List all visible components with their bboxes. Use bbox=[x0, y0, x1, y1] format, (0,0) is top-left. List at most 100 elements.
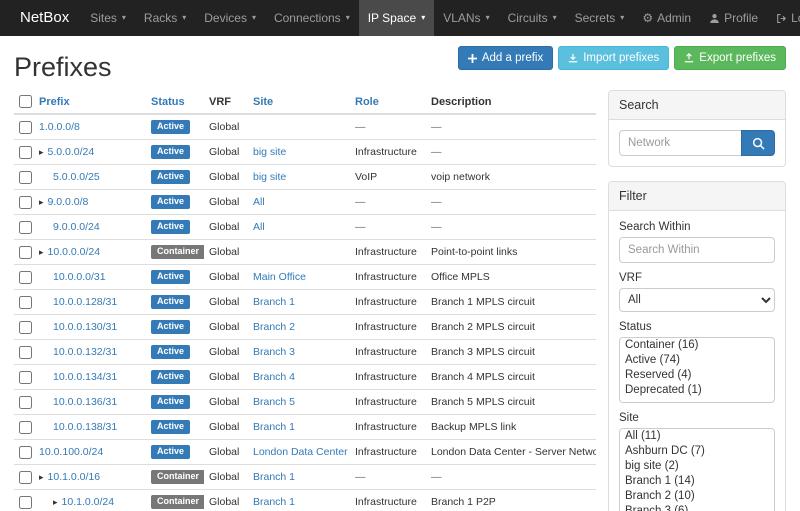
site-link[interactable]: All bbox=[253, 221, 265, 233]
prefix-link[interactable]: 5.0.0.0/24 bbox=[48, 146, 95, 158]
prefix-link[interactable]: 10.0.0.130/31 bbox=[53, 321, 117, 333]
status-label: Status bbox=[619, 321, 775, 333]
vrf-cell: Global bbox=[204, 340, 248, 365]
export-prefixes-button[interactable]: Export prefixes bbox=[674, 46, 786, 70]
site-link[interactable]: All bbox=[253, 196, 265, 208]
button-label: Export prefixes bbox=[699, 52, 776, 64]
site-link[interactable]: Branch 3 bbox=[253, 346, 295, 358]
row-checkbox[interactable] bbox=[19, 121, 32, 134]
status-option[interactable]: Container (16) bbox=[620, 338, 774, 353]
site-link[interactable]: big site bbox=[253, 171, 286, 183]
add-a-prefix-button[interactable]: Add a prefix bbox=[458, 46, 553, 70]
plus-icon bbox=[468, 54, 477, 63]
row-checkbox[interactable] bbox=[19, 271, 32, 284]
prefix-link[interactable]: 1.0.0.0/8 bbox=[39, 121, 80, 133]
prefix-link[interactable]: 10.0.0.0/24 bbox=[48, 246, 101, 258]
prefix-link[interactable]: 10.0.0.136/31 bbox=[53, 396, 117, 408]
expand-arrow-icon[interactable]: ▸ bbox=[39, 472, 44, 482]
row-checkbox[interactable] bbox=[19, 371, 32, 384]
site-option[interactable]: big site (2) bbox=[620, 459, 774, 474]
column-sort-link[interactable]: Site bbox=[253, 96, 273, 108]
site-listbox[interactable]: All (11)Ashburn DC (7)big site (2)Branch… bbox=[619, 428, 775, 511]
site-link[interactable]: Branch 1 bbox=[253, 496, 295, 508]
prefix-link[interactable]: 10.1.0.0/16 bbox=[48, 471, 101, 483]
row-checkbox[interactable] bbox=[19, 171, 32, 184]
prefix-link[interactable]: 10.1.0.0/24 bbox=[62, 496, 115, 508]
row-checkbox[interactable] bbox=[19, 296, 32, 309]
table-header-row: PrefixStatusVRFSiteRoleDescription bbox=[14, 90, 596, 114]
site-link[interactable]: Branch 5 bbox=[253, 396, 295, 408]
site-option[interactable]: Branch 1 (14) bbox=[620, 474, 774, 489]
search-input[interactable] bbox=[619, 130, 741, 156]
status-option[interactable]: Reserved (4) bbox=[620, 368, 774, 383]
row-checkbox[interactable] bbox=[19, 471, 32, 484]
row-checkbox[interactable] bbox=[19, 196, 32, 209]
status-listbox[interactable]: Container (16)Active (74)Reserved (4)Dep… bbox=[619, 337, 775, 403]
caret-down-icon: ▾ bbox=[252, 0, 256, 36]
prefix-link[interactable]: 10.0.0.134/31 bbox=[53, 371, 117, 383]
site-option[interactable]: Ashburn DC (7) bbox=[620, 444, 774, 459]
nav-item-racks[interactable]: Racks▾ bbox=[135, 0, 195, 36]
column-sort-link[interactable]: Role bbox=[355, 96, 379, 108]
role-cell: — bbox=[350, 114, 426, 140]
row-checkbox[interactable] bbox=[19, 496, 32, 509]
row-checkbox[interactable] bbox=[19, 321, 32, 334]
nav-item-profile[interactable]: Profile bbox=[700, 0, 767, 36]
nav-item-sites[interactable]: Sites▾ bbox=[81, 0, 135, 36]
prefix-link[interactable]: 10.0.0.132/31 bbox=[53, 346, 117, 358]
prefix-link[interactable]: 9.0.0.0/24 bbox=[53, 221, 100, 233]
page-actions: Add a prefixImport prefixes Export prefix… bbox=[458, 46, 786, 70]
vrf-select[interactable]: All bbox=[619, 288, 775, 312]
nav-item-vlans[interactable]: VLANs▾ bbox=[434, 0, 498, 36]
site-option[interactable]: Branch 3 (6) bbox=[620, 504, 774, 511]
site-link[interactable]: Branch 4 bbox=[253, 371, 295, 383]
prefix-link[interactable]: 10.0.0.128/31 bbox=[53, 296, 117, 308]
nav-item-circuits[interactable]: Circuits▾ bbox=[499, 0, 566, 36]
expand-arrow-icon[interactable]: ▸ bbox=[39, 197, 44, 207]
site-link[interactable]: Branch 1 bbox=[253, 421, 295, 433]
expand-arrow-icon[interactable]: ▸ bbox=[39, 247, 44, 257]
row-checkbox[interactable] bbox=[19, 396, 32, 409]
expand-arrow-icon[interactable]: ▸ bbox=[39, 147, 44, 157]
expand-arrow-icon[interactable]: ▸ bbox=[53, 497, 58, 507]
filter-panel: Filter Search Within VRF All Status Cont… bbox=[608, 181, 786, 511]
site-link[interactable]: Main Office bbox=[253, 271, 306, 283]
site-link[interactable]: Branch 1 bbox=[253, 471, 295, 483]
app-logo[interactable]: NetBox bbox=[8, 0, 81, 36]
column-sort-link[interactable]: Prefix bbox=[39, 96, 70, 108]
prefix-link[interactable]: 9.0.0.0/8 bbox=[48, 196, 89, 208]
row-checkbox[interactable] bbox=[19, 146, 32, 159]
status-option[interactable]: Active (74) bbox=[620, 353, 774, 368]
row-checkbox[interactable] bbox=[19, 246, 32, 259]
site-link[interactable]: London Data Center bbox=[253, 446, 348, 458]
column-sort-link[interactable]: Status bbox=[151, 96, 185, 108]
row-checkbox[interactable] bbox=[19, 346, 32, 359]
status-option[interactable]: Deprecated (1) bbox=[620, 383, 774, 398]
site-option[interactable]: Branch 2 (10) bbox=[620, 489, 774, 504]
row-checkbox[interactable] bbox=[19, 421, 32, 434]
nav-item-admin[interactable]: ⚙Admin bbox=[633, 0, 700, 36]
vrf-cell: Global bbox=[204, 165, 248, 190]
nav-item-connections[interactable]: Connections▾ bbox=[265, 0, 359, 36]
nav-item-devices[interactable]: Devices▾ bbox=[195, 0, 265, 36]
row-checkbox[interactable] bbox=[19, 446, 32, 459]
row-select-cell bbox=[14, 240, 34, 265]
prefix-link[interactable]: 10.0.100.0/24 bbox=[39, 446, 103, 458]
site-option[interactable]: All (11) bbox=[620, 429, 774, 444]
nav-item-ip-space[interactable]: IP Space▾ bbox=[359, 0, 435, 36]
site-cell: Branch 4 bbox=[248, 365, 350, 390]
site-link[interactable]: Branch 1 bbox=[253, 296, 295, 308]
nav-item-secrets[interactable]: Secrets▾ bbox=[566, 0, 634, 36]
prefix-link[interactable]: 10.0.0.138/31 bbox=[53, 421, 117, 433]
site-link[interactable]: big site bbox=[253, 146, 286, 158]
prefix-table-area: PrefixStatusVRFSiteRoleDescription 1.0.0… bbox=[14, 90, 596, 511]
search-within-input[interactable] bbox=[619, 237, 775, 263]
prefix-link[interactable]: 5.0.0.0/25 bbox=[53, 171, 100, 183]
import-prefixes-button[interactable]: Import prefixes bbox=[558, 46, 669, 70]
select-all-checkbox[interactable] bbox=[19, 95, 32, 108]
search-button[interactable] bbox=[741, 130, 775, 156]
row-checkbox[interactable] bbox=[19, 221, 32, 234]
site-link[interactable]: Branch 2 bbox=[253, 321, 295, 333]
prefix-link[interactable]: 10.0.0.0/31 bbox=[53, 271, 106, 283]
nav-item-log-out[interactable]: Log out bbox=[767, 0, 800, 36]
